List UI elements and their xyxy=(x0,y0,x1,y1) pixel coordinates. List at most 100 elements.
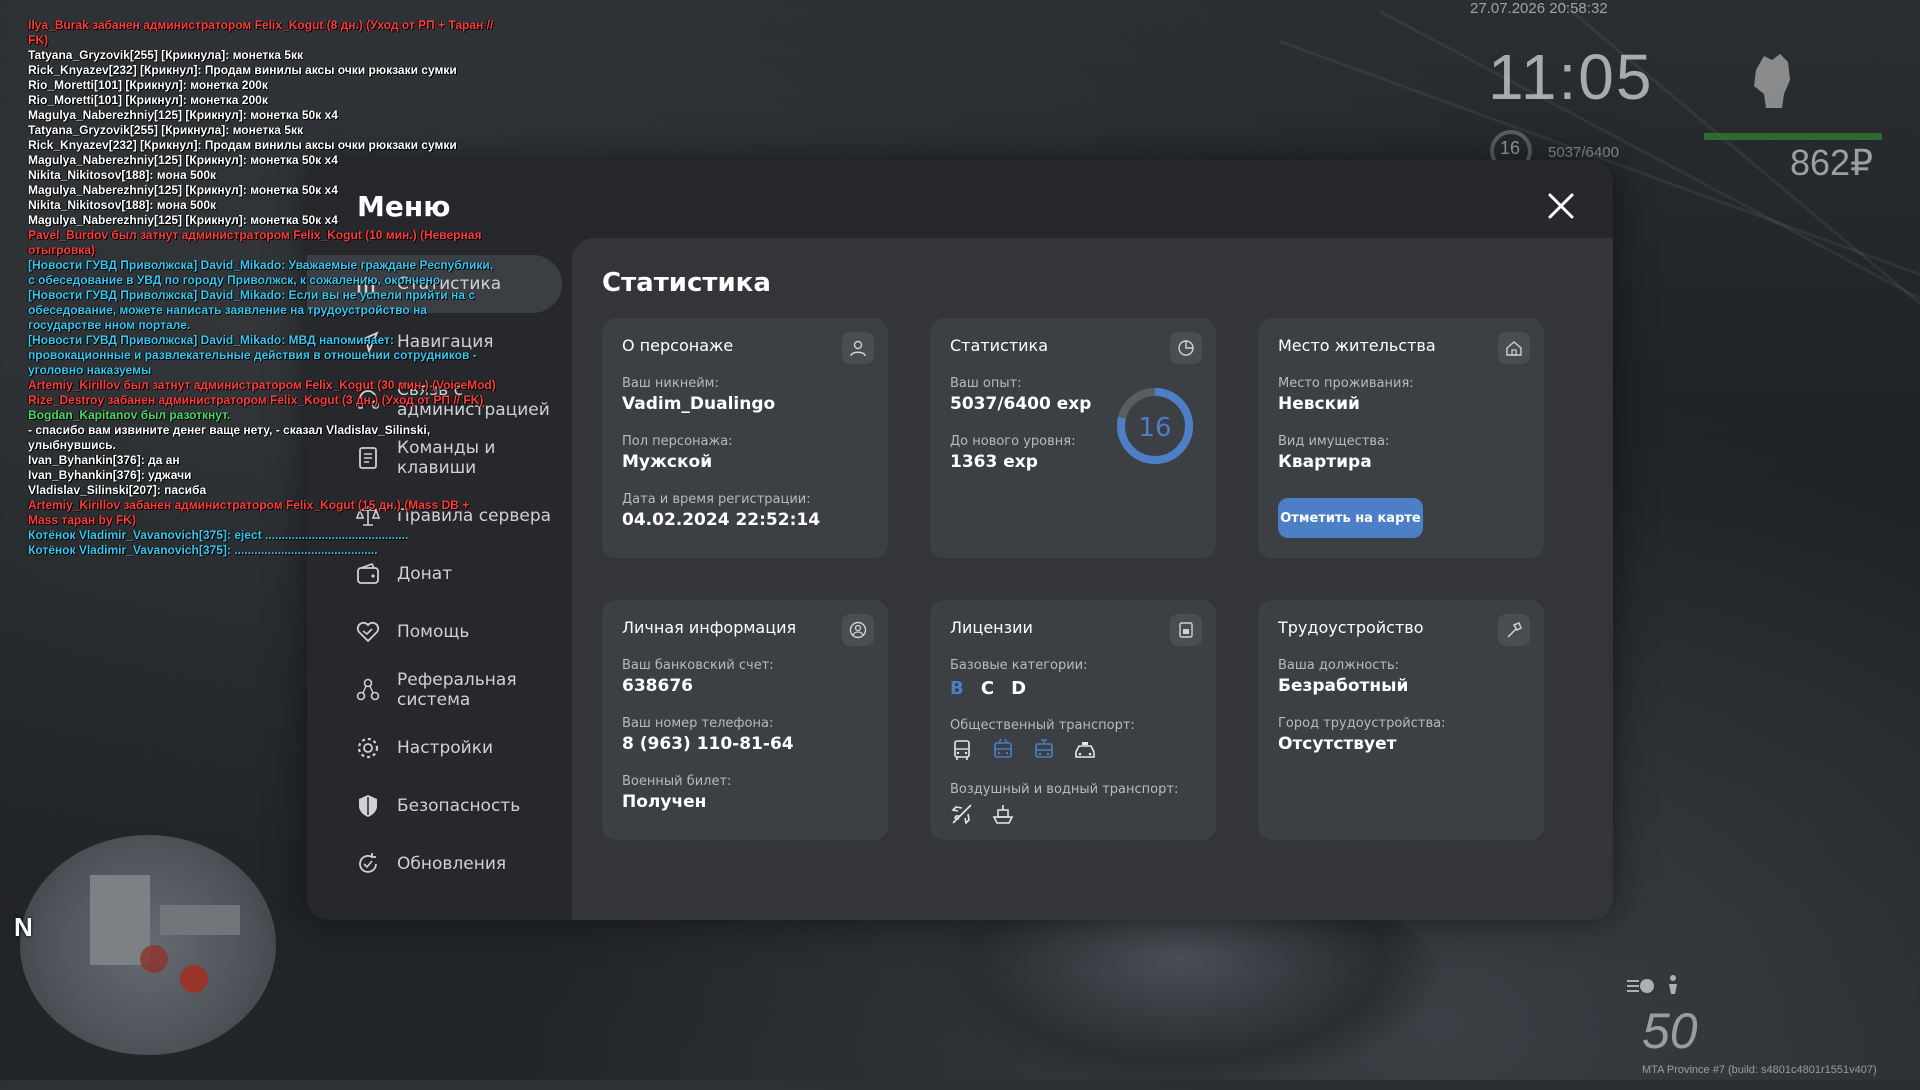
sidebar-item-label: Обновления xyxy=(397,854,507,874)
user-icon xyxy=(842,332,874,364)
personal-info-card: Личная информация Ваш банковский счет: 6… xyxy=(602,600,888,840)
level-number: 16 xyxy=(1138,413,1171,443)
property-type-value: Квартира xyxy=(1278,452,1372,472)
nickname-value: Vadim_Dualingo xyxy=(622,394,776,414)
job-label: Ваша должность: xyxy=(1278,658,1400,673)
plane-icon xyxy=(951,804,972,825)
chat-line: Rick_Knyazev[232] [Крикнул]: Продам вини… xyxy=(28,63,457,77)
chat-line: Magulya_Naberezhniy[125] [Крикнул]: моне… xyxy=(28,153,338,167)
base-categories-label: Базовые категории: xyxy=(950,658,1088,673)
trolleybus-icon xyxy=(994,738,1012,758)
sidebar-item-updates[interactable]: Обновления xyxy=(307,835,562,893)
sidebar-item-referral[interactable]: Реферальная система xyxy=(307,661,562,719)
job-city-value: Отсутствует xyxy=(1278,734,1397,754)
gender-label: Пол персонажа: xyxy=(622,434,733,449)
minimap[interactable] xyxy=(20,835,276,1055)
chat-line: Rick_Knyazev[232] [Крикнул]: Продам вини… xyxy=(28,138,457,152)
hud-clock: 11:05 xyxy=(1488,41,1654,113)
minimap-north-label: N xyxy=(14,912,33,942)
chat-line: [Новости ГУВД Приволжска] David_Mikado: … xyxy=(28,333,477,377)
property-type-label: Вид имущества: xyxy=(1278,434,1390,449)
chat-line: Nikita_Nikitosov[188]: мона 500к xyxy=(28,198,217,212)
chat-line: - спасибо вам извините денег ваще нету, … xyxy=(28,423,431,452)
chat-line: Ilya_Burak забанен администратором Felix… xyxy=(28,18,494,47)
statistics-content: Статистика О персонаже Ваш никнейм: Vadi… xyxy=(572,238,1613,920)
close-icon[interactable] xyxy=(1545,190,1577,222)
category-d: D xyxy=(1011,678,1027,699)
gear-icon xyxy=(357,737,379,759)
fist-icon xyxy=(1754,54,1790,108)
registration-label: Дата и время регистрации: xyxy=(622,492,811,507)
chat-log: Ilya_Burak забанен администратором Felix… xyxy=(28,18,498,558)
chat-line: Rio_Moretti[101] [Крикнул]: монетка 200к xyxy=(28,78,268,92)
user-circle-icon xyxy=(842,614,874,646)
chat-line: [Новости ГУВД Приволжска] David_Mikado: … xyxy=(28,258,494,287)
sidebar-item-settings[interactable]: Настройки xyxy=(307,719,562,777)
house-icon xyxy=(1498,332,1530,364)
chat-line: Rize_Destroy забанен администратором Fel… xyxy=(28,393,484,407)
hammer-icon xyxy=(1498,614,1530,646)
chat-line: Tatyana_Gryzovik[255] [Крикнула]: монетк… xyxy=(28,48,303,62)
phone-value: 8 (963) 110-81-64 xyxy=(622,734,794,754)
pie-chart-icon xyxy=(1170,332,1202,364)
military-label: Военный билет: xyxy=(622,774,732,789)
stats-card: Статистика Ваш опыт: 5037/6400 exp До но… xyxy=(930,318,1216,558)
health-bar xyxy=(1704,133,1882,140)
sidebar-item-label: Донат xyxy=(397,564,453,584)
chat-line: Nikita_Nikitosov[188]: мона 500к xyxy=(28,168,217,182)
chat-line: Magulya_Naberezhniy[125] [Крикнул]: моне… xyxy=(28,108,338,122)
bank-value: 638676 xyxy=(622,676,693,696)
update-icon xyxy=(359,853,377,873)
handshake-icon xyxy=(356,621,380,643)
sidebar-item-label: Реферальная система xyxy=(397,670,517,710)
job-value: Безработный xyxy=(1278,676,1409,696)
residence-card: Место жительства Место проживания: Невск… xyxy=(1258,318,1544,558)
bus-icon xyxy=(954,740,970,760)
chat-line: Magulya_Naberezhniy[125] [Крикнул]: моне… xyxy=(28,183,338,197)
chat-line: Ivan_Byhankin[376]: да ан xyxy=(28,453,180,467)
residence-place-label: Место проживания: xyxy=(1278,376,1414,391)
air-water-transport-icons xyxy=(950,802,1027,830)
speedometer: 50 xyxy=(1642,1003,1698,1059)
vehicle-status-icons xyxy=(1627,975,1677,994)
card-title: Статистика xyxy=(950,336,1048,355)
sidebar-item-help[interactable]: Помощь xyxy=(307,603,562,661)
chat-line: Котёнок Vladimir_Vavanovich[375]: ......… xyxy=(28,543,378,557)
hud-money: 862₽ xyxy=(1790,142,1873,183)
chat-line: Rio_Moretti[101] [Крикнул]: монетка 200к xyxy=(28,93,268,107)
chat-line: Magulya_Naberezhniy[125] [Крикнул]: моне… xyxy=(28,213,338,227)
employment-card: Трудоустройство Ваша должность: Безработ… xyxy=(1258,600,1544,840)
military-value: Получен xyxy=(622,792,707,812)
registration-value: 04.02.2024 22:52:14 xyxy=(622,510,821,530)
card-title: Личная информация xyxy=(622,618,797,637)
chat-line: Artemiy_Kirillov был затнут администрато… xyxy=(28,378,496,392)
referral-icon xyxy=(356,678,380,701)
chat-line: Ivan_Byhankin[376]: уджачи xyxy=(28,468,192,482)
content-title: Статистика xyxy=(602,268,771,298)
menu-panel: Меню Статистика Навигация Связь с админи… xyxy=(307,160,1613,920)
sidebar-item-label: Помощь xyxy=(397,622,470,642)
hud-date: 27.07.2026 20:58:32 xyxy=(1470,0,1608,17)
mark-on-map-button[interactable]: Отметить на карте xyxy=(1278,498,1423,538)
exp-label: Ваш опыт: xyxy=(950,376,1022,391)
license-categories: B C D xyxy=(950,678,1038,699)
category-c: C xyxy=(980,678,995,699)
public-transport-label: Общественный транспорт: xyxy=(950,718,1135,733)
sidebar-item-label: Безопасность xyxy=(397,796,521,816)
card-title: Трудоустройство xyxy=(1278,618,1424,637)
exp-value: 5037/6400 exp xyxy=(950,394,1092,414)
card-title: Лицензии xyxy=(950,618,1033,637)
taxi-icon xyxy=(1075,742,1096,758)
chat-line: Artemiy_Kirillov забанен администратором… xyxy=(28,498,470,527)
license-icon xyxy=(1170,614,1202,646)
shield-icon xyxy=(359,795,377,817)
chat-line: Vladislav_Silinski[207]: пасиба xyxy=(28,483,207,497)
card-title: О персонаже xyxy=(622,336,734,355)
hud-exp: 5037/6400 xyxy=(1548,144,1619,161)
build-info: MTA Province #7 (build: s4801c4801r1551v… xyxy=(1642,1064,1877,1076)
next-level-label: До нового уровня: xyxy=(950,434,1076,449)
sidebar-item-security[interactable]: Безопасность xyxy=(307,777,562,835)
licenses-card: Лицензии Базовые категории: B C D Общест… xyxy=(930,600,1216,840)
hud-level: 16 xyxy=(1500,138,1521,158)
air-water-transport-label: Воздушный и водный транспорт: xyxy=(950,782,1179,797)
